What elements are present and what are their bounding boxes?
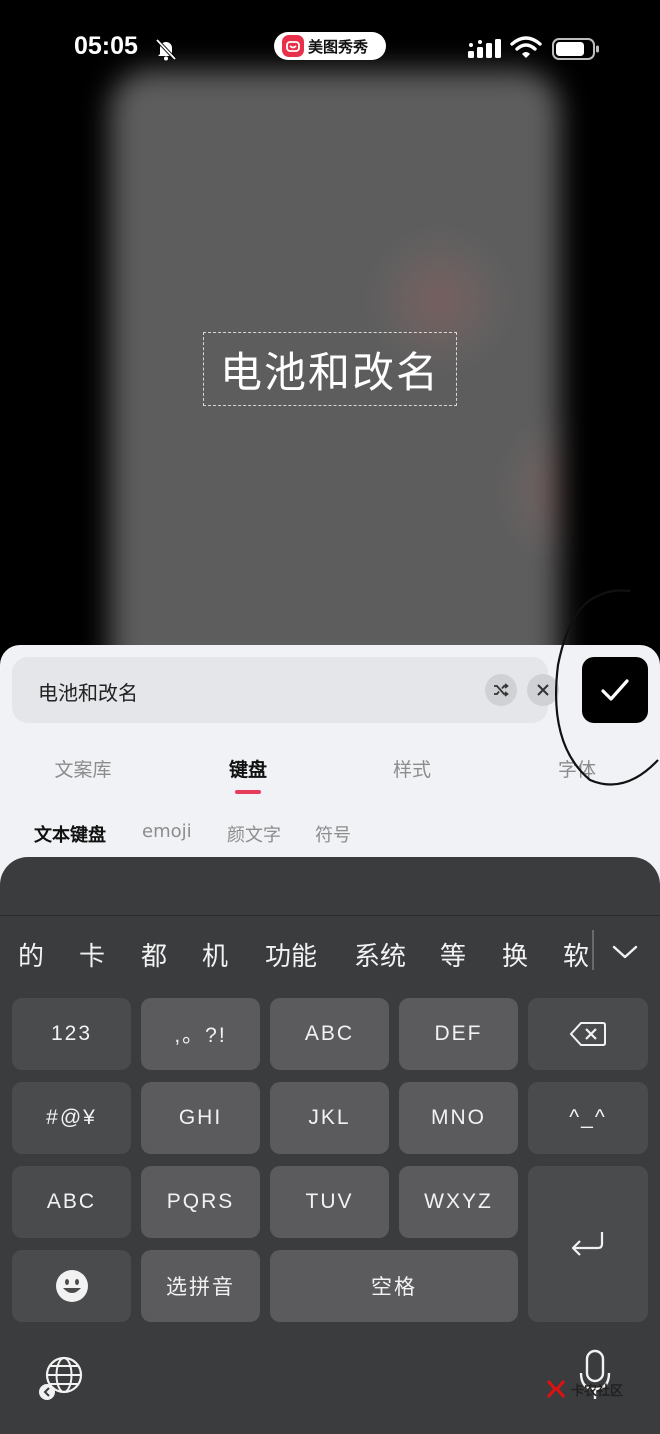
tab-style[interactable]: 样式 xyxy=(393,755,431,782)
bell-off-icon xyxy=(155,38,177,61)
key-ghi[interactable]: GHI xyxy=(141,1082,260,1154)
key-wxyz[interactable]: WXYZ xyxy=(399,1166,518,1238)
watermark-logo-icon xyxy=(546,1380,566,1398)
subtab-emoji[interactable]: emoji xyxy=(142,821,192,842)
subtab-kaomoji[interactable]: 颜文字 xyxy=(227,821,281,847)
text-input-value[interactable]: 电池和改名 xyxy=(38,677,138,706)
active-tab-indicator xyxy=(235,790,261,794)
shuffle-button[interactable] xyxy=(485,674,517,706)
key-123[interactable]: 123 xyxy=(12,998,131,1070)
key-select-pinyin[interactable]: 选拼音 xyxy=(141,1250,260,1322)
candidate-word[interactable]: 功能 xyxy=(265,936,317,973)
status-time: 05:05 xyxy=(74,32,138,60)
key-def[interactable]: DEF xyxy=(399,998,518,1070)
key-symbols[interactable]: #@¥ xyxy=(12,1082,131,1154)
candidate-word[interactable]: 软 xyxy=(563,936,589,973)
key-abc[interactable]: ABC xyxy=(270,998,389,1070)
canvas-text-box[interactable]: 电池和改名 xyxy=(203,332,457,406)
globe-icon[interactable] xyxy=(38,1353,86,1401)
ime-keyboard: 的 卡 都 机 功能 系统 等 换 软 123 ,。?! ABC DEF #@¥… xyxy=(0,857,660,1434)
candidate-bar: 的 卡 都 机 功能 系统 等 换 软 xyxy=(0,915,660,983)
close-icon xyxy=(537,684,549,696)
confirm-button[interactable] xyxy=(582,657,648,723)
emoji-key[interactable] xyxy=(12,1250,131,1322)
space-key[interactable]: 空格 xyxy=(270,1250,518,1322)
signal-icon xyxy=(468,39,501,58)
candidate-word[interactable]: 机 xyxy=(202,936,228,973)
keyboard-subtabs: 文本键盘 emoji 颜文字 符号 xyxy=(0,815,660,855)
candidate-word[interactable]: 等 xyxy=(440,936,466,973)
key-jkl[interactable]: JKL xyxy=(270,1082,389,1154)
watermark-text: 卡农社区 xyxy=(571,1383,624,1399)
candidate-word[interactable]: 卡 xyxy=(79,936,105,973)
backspace-icon xyxy=(569,1022,606,1046)
candidate-word[interactable]: 的 xyxy=(18,936,44,973)
key-kaomoji[interactable]: ^_^ xyxy=(528,1082,648,1154)
text-edit-panel: 电池和改名 文案库 键盘 样式 字体 文本键盘 emoji 颜文字 符号 的 卡… xyxy=(0,645,660,1434)
key-mno[interactable]: MNO xyxy=(399,1082,518,1154)
key-pqrs[interactable]: PQRS xyxy=(141,1166,260,1238)
text-input-field[interactable]: 电池和改名 xyxy=(12,657,559,723)
return-key[interactable] xyxy=(528,1166,648,1322)
watermark: 卡农社区 xyxy=(545,1378,623,1400)
tab-keyboard[interactable]: 键盘 xyxy=(229,755,267,782)
meitu-logo-icon xyxy=(282,35,304,57)
tab-copy-library[interactable]: 文案库 xyxy=(54,755,111,782)
shuffle-icon xyxy=(494,683,509,697)
battery-icon xyxy=(552,38,599,60)
smiley-icon xyxy=(55,1270,88,1302)
app-indicator-pill[interactable]: 美图秀秀 xyxy=(274,32,386,60)
wifi-icon xyxy=(510,36,542,58)
editor-tabs: 文案库 键盘 样式 字体 xyxy=(0,743,660,803)
chevron-down-icon[interactable] xyxy=(610,942,640,962)
candidate-word[interactable]: 系统 xyxy=(354,936,406,973)
candidate-divider xyxy=(592,930,594,970)
key-punctuation[interactable]: ,。?! xyxy=(141,998,260,1070)
candidate-word[interactable]: 换 xyxy=(502,936,528,973)
app-name: 美图秀秀 xyxy=(308,37,369,56)
key-tuv[interactable]: TUV xyxy=(270,1166,389,1238)
candidate-word[interactable]: 都 xyxy=(141,936,167,973)
tab-font[interactable]: 字体 xyxy=(558,755,596,782)
subtab-symbols[interactable]: 符号 xyxy=(315,821,351,847)
subtab-text-keyboard[interactable]: 文本键盘 xyxy=(34,821,106,847)
status-bar: 05:05 美图秀秀 xyxy=(0,0,660,100)
key-abc-mode[interactable]: ABC xyxy=(12,1166,131,1238)
clear-button[interactable] xyxy=(527,674,559,706)
backspace-key[interactable] xyxy=(528,998,648,1070)
checkmark-icon xyxy=(601,679,629,701)
return-icon xyxy=(571,1232,604,1256)
